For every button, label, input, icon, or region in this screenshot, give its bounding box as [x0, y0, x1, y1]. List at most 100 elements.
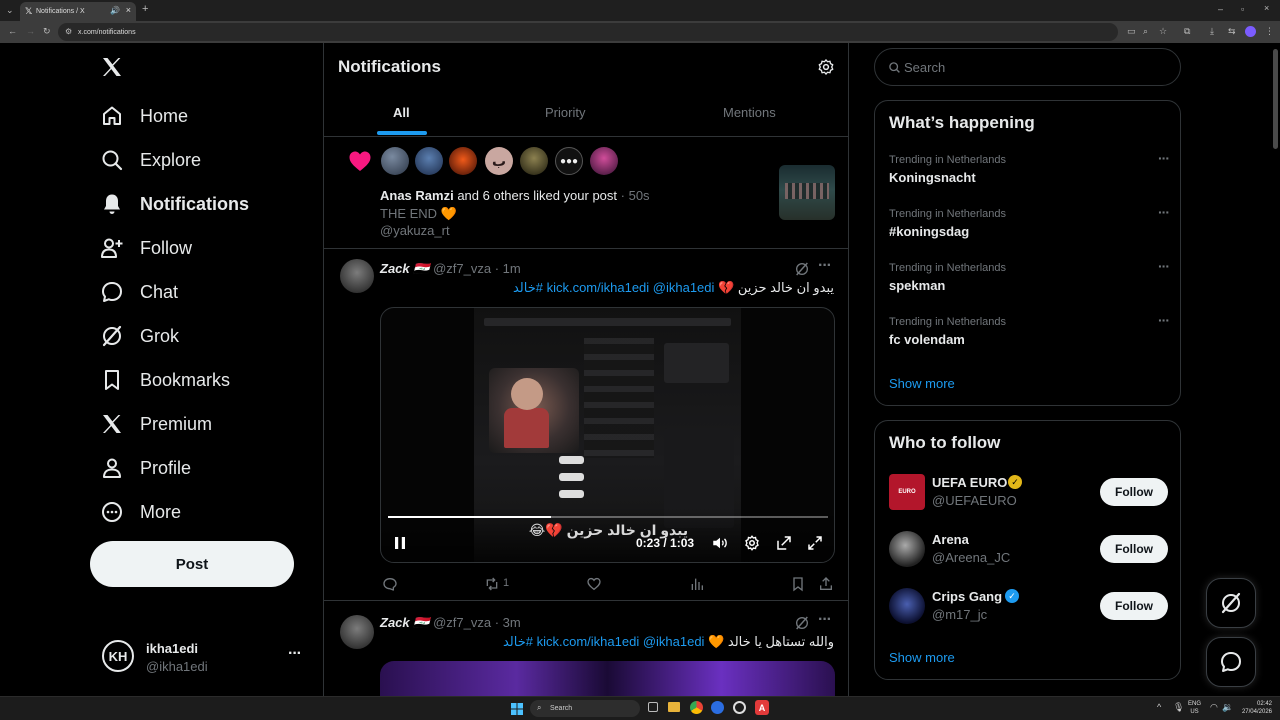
nav-follow[interactable]: Follow	[100, 228, 192, 268]
like-actor-name[interactable]: Anas Ramzi	[380, 188, 454, 203]
trend-more-icon[interactable]: ···	[1158, 150, 1170, 166]
like-notification[interactable]: ب ●●● Anas Ramzi and 6 others liked your…	[324, 137, 848, 248]
settings-gear-icon[interactable]	[817, 58, 835, 76]
browser-tab[interactable]: 𝕏 Notifications / X 🔊 ×	[20, 2, 136, 21]
nav-home[interactable]: Home	[100, 96, 188, 136]
tray-overflow-icon[interactable]: ^	[1157, 702, 1161, 712]
bookmark-star-icon[interactable]: ☆	[1159, 27, 1167, 36]
forward-icon[interactable]: →	[26, 27, 35, 36]
minimize-icon[interactable]: –	[1218, 5, 1223, 14]
avatar[interactable]	[590, 147, 618, 175]
post-more-icon[interactable]: ···	[818, 611, 832, 629]
speaker-icon[interactable]: 🔉	[1222, 702, 1233, 713]
post-author-handle[interactable]: @zf7_vza	[433, 261, 491, 276]
wifi-icon[interactable]: ◠	[1210, 702, 1218, 713]
grok-floating-button[interactable]	[1206, 578, 1256, 628]
post-time[interactable]: · 3m	[495, 615, 521, 630]
chrome-icon[interactable]	[690, 701, 703, 714]
post-item[interactable]: Zack 🇮🇶 @zf7_vza · 3m ··· والله تستاهل ي…	[324, 601, 848, 696]
nav-premium[interactable]: Premium	[100, 404, 212, 444]
page-scrollbar[interactable]	[1270, 43, 1280, 696]
post-media[interactable]	[380, 661, 835, 696]
show-more-trends-link[interactable]: Show more	[889, 376, 955, 391]
follow-suggestion[interactable]: Arena @Areena_JC Follow	[875, 526, 1182, 580]
like-icon[interactable]	[586, 576, 602, 592]
new-tab-icon[interactable]: +	[142, 4, 148, 15]
x-logo-icon[interactable]	[100, 55, 124, 79]
trend-more-icon[interactable]: ···	[1158, 312, 1170, 328]
post-links[interactable]: kick.com/ikha1edi @ikha1edi #خالد	[503, 634, 704, 649]
nav-notifications[interactable]: Notifications	[100, 184, 249, 224]
grok-icon[interactable]	[794, 261, 810, 277]
tab-all[interactable]: All	[393, 105, 410, 120]
avatar[interactable]: ب	[485, 147, 513, 175]
video-settings-icon[interactable]	[743, 534, 761, 552]
follow-button[interactable]: Follow	[1100, 535, 1168, 563]
picture-in-picture-icon[interactable]	[775, 534, 793, 552]
account-more-icon[interactable]: ···	[288, 645, 302, 663]
tab-close-icon[interactable]: ×	[126, 5, 131, 15]
nav-profile[interactable]: Profile	[100, 448, 191, 488]
post-author-name[interactable]: Zack 🇮🇶	[380, 615, 429, 630]
reply-icon[interactable]	[382, 576, 398, 592]
trend-more-icon[interactable]: ···	[1158, 258, 1170, 274]
post-button[interactable]: Post	[90, 541, 294, 587]
follow-suggestion[interactable]: Crips Gang ✓ @m17_jc Follow	[875, 583, 1182, 637]
extensions-icon[interactable]: ⧉	[1184, 27, 1190, 36]
windows-start-icon[interactable]	[511, 703, 523, 715]
back-icon[interactable]: ←	[8, 27, 17, 36]
file-explorer-icon[interactable]	[668, 702, 680, 712]
zoom-icon[interactable]: ⌕	[1143, 27, 1148, 36]
nav-chat[interactable]: Chat	[100, 272, 178, 312]
task-view-icon[interactable]	[648, 702, 658, 712]
bookmark-icon[interactable]	[790, 576, 806, 592]
liked-post-thumbnail[interactable]	[779, 165, 835, 220]
trend-item[interactable]: Trending in Netherlands fc volendam ···	[889, 312, 1170, 347]
account-switcher[interactable]: KH ikha1edi @ikha1edi ···	[90, 631, 310, 681]
split-icon[interactable]: ⇆	[1228, 27, 1236, 36]
post-links[interactable]: kick.com/ikha1edi @ikha1edi #خالد	[513, 280, 714, 295]
video-progress-track[interactable]	[388, 516, 828, 518]
nav-explore[interactable]: Explore	[100, 140, 201, 180]
chat-floating-button[interactable]	[1206, 637, 1256, 687]
trend-item[interactable]: Trending in Netherlands Koningsnacht ···	[889, 150, 1170, 185]
nav-more[interactable]: More	[100, 492, 181, 532]
trend-item[interactable]: Trending in Netherlands spekman ···	[889, 258, 1170, 293]
avatar[interactable]	[381, 147, 409, 175]
show-more-follow-link[interactable]: Show more	[889, 650, 955, 665]
tab-priority[interactable]: Priority	[545, 105, 585, 120]
window-close-icon[interactable]: ×	[1264, 4, 1269, 13]
app-icon[interactable]: A	[755, 700, 769, 715]
retweet-icon[interactable]	[484, 576, 500, 592]
avatar[interactable]: ●●●	[555, 147, 583, 175]
install-app-icon[interactable]: ▭	[1127, 27, 1136, 36]
clock[interactable]: 02:42 27/04/2026	[1238, 700, 1272, 716]
url-bar[interactable]: ⚙ x.com/notifications	[58, 23, 1118, 41]
post-time[interactable]: · 1m	[495, 261, 521, 276]
nav-bookmarks[interactable]: Bookmarks	[100, 360, 230, 400]
app-icon[interactable]	[711, 701, 724, 714]
trend-more-icon[interactable]: ···	[1158, 204, 1170, 220]
fullscreen-icon[interactable]	[806, 534, 824, 552]
views-icon[interactable]	[689, 576, 705, 592]
downloads-icon[interactable]: ⤓	[1210, 27, 1214, 36]
tab-audio-icon[interactable]: 🔊	[110, 6, 120, 15]
scrollbar-thumb[interactable]	[1273, 49, 1278, 149]
trend-item[interactable]: Trending in Netherlands #koningsdag ···	[889, 204, 1170, 239]
share-icon[interactable]	[818, 576, 834, 592]
profile-avatar-icon[interactable]	[1245, 26, 1256, 37]
post-author-handle[interactable]: @zf7_vza	[433, 615, 491, 630]
volume-icon[interactable]	[711, 534, 729, 552]
site-info-icon[interactable]: ⚙	[65, 27, 72, 36]
avatar[interactable]	[340, 615, 374, 649]
tab-list-icon[interactable]: ⌄	[6, 6, 14, 15]
post-more-icon[interactable]: ···	[818, 257, 832, 275]
follow-button[interactable]: Follow	[1100, 592, 1168, 620]
nav-grok[interactable]: Grok	[100, 316, 179, 356]
grok-icon[interactable]	[794, 615, 810, 631]
avatar[interactable]	[520, 147, 548, 175]
avatar[interactable]	[340, 259, 374, 293]
browser-menu-icon[interactable]: ⋮	[1265, 27, 1274, 36]
microphone-icon[interactable]: 🎙	[1173, 702, 1184, 713]
language-indicator[interactable]: ENG US	[1188, 700, 1201, 716]
